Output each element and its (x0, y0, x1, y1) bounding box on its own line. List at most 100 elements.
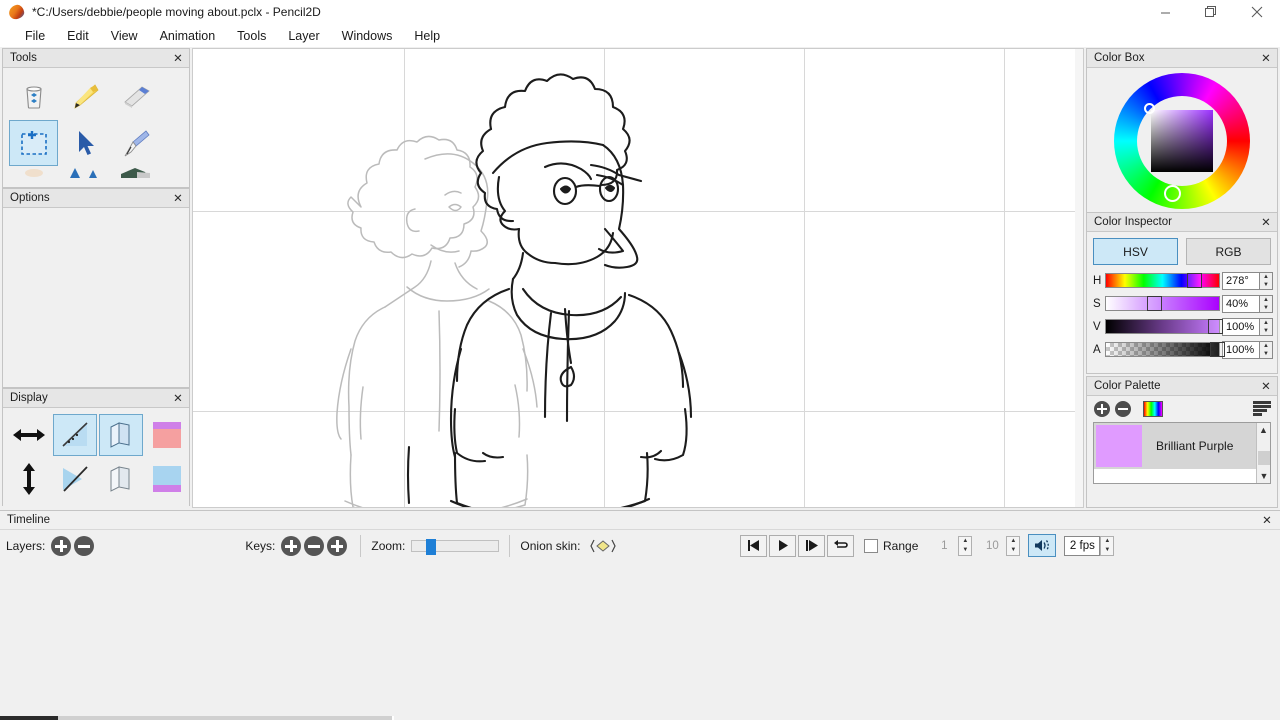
menu-bar: File Edit View Animation Tools Layer Win… (0, 24, 1280, 47)
menu-file[interactable]: File (14, 26, 56, 46)
smudge-tool[interactable] (9, 166, 58, 182)
fps-value[interactable]: 2 fps (1064, 535, 1101, 556)
move-tool[interactable] (60, 120, 109, 166)
close-icon[interactable]: ✕ (1259, 379, 1273, 393)
options-panel: Options ✕ (2, 188, 190, 388)
pen-tool[interactable] (111, 120, 160, 166)
hsv-color-wheel[interactable] (1114, 72, 1250, 209)
menu-help[interactable]: Help (403, 26, 451, 46)
palette-swatch-list[interactable]: Brilliant Purple ▲ ▼ (1093, 422, 1271, 484)
mirror-view-button[interactable] (99, 414, 143, 456)
onion-skin-color-prev-button[interactable] (145, 414, 189, 456)
hue-spinner[interactable]: ▲ ▼ (1260, 271, 1273, 290)
range-start-value[interactable]: 1 (930, 535, 959, 556)
select-tool[interactable] (9, 120, 58, 166)
add-layer-button[interactable] (51, 536, 72, 556)
scroll-up-icon[interactable]: ▲ (1257, 423, 1270, 437)
menu-windows[interactable]: Windows (331, 26, 404, 46)
menu-edit[interactable]: Edit (56, 26, 100, 46)
alpha-slider-knob[interactable] (1209, 342, 1225, 357)
value-slider[interactable] (1105, 319, 1223, 334)
saturation-slider-knob[interactable] (1146, 296, 1162, 311)
hue-slider[interactable] (1105, 273, 1220, 288)
saturation-value-square[interactable] (1151, 109, 1213, 172)
range-end-stepper[interactable]: 10 ▲ ▼ (978, 535, 1021, 556)
fps-spinner[interactable]: ▲ ▼ (1100, 535, 1115, 556)
close-icon[interactable] (1234, 0, 1280, 24)
display-panel-title: Display ✕ (3, 389, 189, 408)
gradient-swatch-icon[interactable] (1143, 401, 1163, 417)
minimize-icon[interactable] (1142, 0, 1188, 24)
brush-tool[interactable] (111, 166, 160, 182)
hue-value[interactable]: 278° (1222, 271, 1260, 290)
close-icon[interactable]: ✕ (171, 51, 185, 65)
alpha-spinner[interactable]: ▲ ▼ (1260, 340, 1273, 359)
close-icon[interactable]: ✕ (1259, 51, 1273, 65)
polyline-tool[interactable] (60, 166, 109, 182)
range-end-value[interactable]: 10 (978, 535, 1007, 556)
close-icon[interactable]: ✕ (171, 191, 185, 205)
menu-view[interactable]: View (100, 26, 149, 46)
play-button[interactable] (769, 534, 796, 557)
flip-vertical-button[interactable] (7, 458, 51, 500)
remove-layer-button[interactable] (74, 536, 95, 556)
range-end-spinner[interactable]: ▲ ▼ (1006, 535, 1021, 556)
scroll-down-icon[interactable]: ▼ (1257, 469, 1270, 483)
sv-marker[interactable] (1144, 102, 1155, 114)
list-item[interactable]: Brilliant Purple (1094, 423, 1270, 469)
close-icon[interactable]: ✕ (1260, 513, 1274, 527)
palette-scrollbar[interactable]: ▲ ▼ (1256, 423, 1270, 483)
range-start-stepper[interactable]: 1 ▲ ▼ (930, 535, 973, 556)
timeline-zoom-slider[interactable] (411, 539, 500, 555)
options-panel-label: Options (10, 192, 50, 204)
canvas-vertical-scrollbar[interactable] (1075, 49, 1083, 507)
tab-hsv[interactable]: HSV (1093, 238, 1178, 265)
saturation-spinner[interactable]: ▲ ▼ (1260, 294, 1273, 313)
flip-horizontal-button[interactable] (7, 414, 51, 456)
menu-tools[interactable]: Tools (226, 26, 277, 46)
saturation-value[interactable]: 40% (1222, 294, 1260, 313)
next-frame-button[interactable] (798, 534, 825, 557)
menu-layer[interactable]: Layer (277, 26, 330, 46)
pencil-tool[interactable] (60, 74, 109, 120)
hue-slider-knob[interactable] (1187, 273, 1203, 288)
range-checkbox[interactable] (864, 538, 878, 553)
sound-toggle-button[interactable] (1028, 534, 1057, 557)
remove-color-button[interactable] (1114, 400, 1132, 418)
duplicate-key-button[interactable] (327, 536, 348, 556)
color-inspector-panel: Color Inspector ✕ HSV RGB H 278° ▲ ▼ S 4… (1086, 212, 1278, 374)
color-palette-body: Brilliant Purple ▲ ▼ (1087, 396, 1277, 484)
eraser-tool[interactable] (111, 74, 160, 120)
add-color-button[interactable] (1093, 400, 1111, 418)
previous-frame-button[interactable] (740, 534, 767, 557)
color-swatch[interactable] (1096, 425, 1142, 467)
fps-stepper[interactable]: 2 fps ▲ ▼ (1064, 535, 1115, 556)
range-start-spinner[interactable]: ▲ ▼ (958, 535, 973, 556)
zoom-slider-knob[interactable] (426, 539, 437, 555)
remove-key-button[interactable] (304, 536, 325, 556)
alpha-slider[interactable] (1105, 342, 1225, 357)
menu-animation[interactable]: Animation (149, 26, 227, 46)
smudge-icon (24, 169, 43, 177)
close-icon[interactable]: ✕ (171, 391, 185, 405)
saturation-slider[interactable] (1105, 296, 1220, 311)
loop-button[interactable] (827, 534, 854, 557)
onion-skin-diamond-icon[interactable] (590, 539, 617, 553)
add-key-button[interactable] (281, 536, 302, 556)
scrollbar-thumb[interactable] (1258, 451, 1270, 465)
close-icon[interactable]: ✕ (1259, 215, 1273, 229)
value-spinner[interactable]: ▲ ▼ (1260, 317, 1273, 336)
value-slider-knob[interactable] (1207, 319, 1223, 334)
tab-rgb[interactable]: RGB (1186, 238, 1271, 265)
hue-marker[interactable] (1164, 184, 1181, 202)
drawing-canvas[interactable] (192, 48, 1084, 508)
value-value[interactable]: 100% (1222, 317, 1260, 336)
alpha-value[interactable]: 100% (1222, 340, 1260, 359)
mirror-view-vertical-button[interactable] (99, 458, 143, 500)
onion-skin-color-next-button[interactable] (145, 458, 189, 500)
onion-skin-previous-button[interactable] (53, 414, 97, 456)
palette-menu-button[interactable] (1253, 401, 1271, 417)
restore-icon[interactable] (1188, 0, 1234, 24)
onion-skin-next-button[interactable] (53, 458, 97, 500)
clear-tool[interactable] (9, 74, 58, 120)
